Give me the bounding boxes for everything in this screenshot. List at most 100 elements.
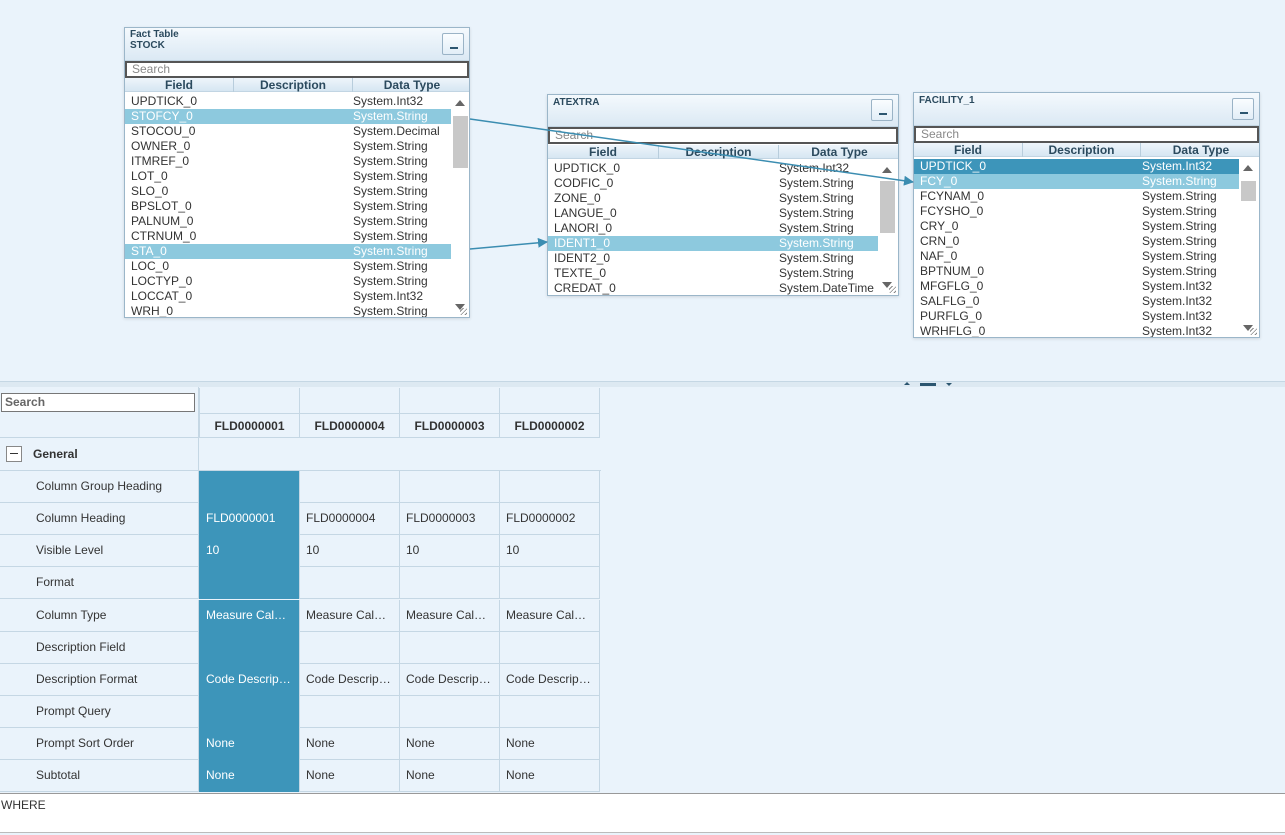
join-diagram-canvas[interactable]: Fact Table STOCK Search Field Description…: [0, 0, 1285, 382]
column-field[interactable]: Field: [914, 143, 1023, 157]
table-row[interactable]: UPDTICK_0 System.Int32: [914, 159, 1239, 174]
resize-grip-icon[interactable]: [460, 308, 467, 315]
property-value-cell[interactable]: [199, 696, 300, 728]
table-row[interactable]: FCYNAM_0 System.String: [914, 189, 1239, 204]
collapse-up-icon[interactable]: [904, 382, 910, 385]
table-search-input[interactable]: Search: [548, 127, 898, 144]
column-description[interactable]: Description: [1023, 143, 1141, 157]
splitter-handle[interactable]: [920, 383, 936, 386]
table-row[interactable]: CODFIC_0 System.String: [548, 176, 878, 191]
grid-column-header[interactable]: FLD0000002: [499, 388, 600, 438]
table-row[interactable]: LOCTYP_0 System.String: [125, 274, 451, 289]
table-row[interactable]: LOCCAT_0 System.Int32: [125, 289, 451, 304]
table-card-header[interactable]: Fact Table STOCK: [125, 28, 469, 61]
table-row[interactable]: WRH_0 System.String: [125, 304, 451, 317]
property-value-cell[interactable]: Measure Cal…: [299, 600, 400, 632]
property-value-cell[interactable]: [399, 567, 500, 599]
column-field[interactable]: Field: [548, 145, 659, 159]
property-value-cell[interactable]: [499, 696, 600, 728]
column-description[interactable]: Description: [234, 78, 353, 92]
table-row[interactable]: IDENT2_0 System.String: [548, 251, 878, 266]
table-row[interactable]: ZONE_0 System.String: [548, 191, 878, 206]
where-clause-panel[interactable]: WHERE: [0, 793, 1285, 833]
vertical-scrollbar[interactable]: [1239, 159, 1257, 337]
property-value-cell[interactable]: FLD0000004: [299, 503, 400, 535]
table-row[interactable]: ITMREF_0 System.String: [125, 154, 451, 169]
join-link-sta-ident1[interactable]: [469, 237, 548, 250]
property-value-cell[interactable]: [199, 471, 300, 503]
property-value-cell[interactable]: Measure Cal…: [199, 600, 300, 632]
property-value-cell[interactable]: [399, 471, 500, 503]
column-data-type[interactable]: Data Type: [1141, 143, 1259, 157]
property-value-cell[interactable]: Code Descrip…: [299, 664, 400, 696]
property-value-cell[interactable]: None: [299, 760, 400, 792]
table-row[interactable]: UPDTICK_0 System.Int32: [548, 161, 878, 176]
property-value-cell[interactable]: [399, 696, 500, 728]
table-card-header[interactable]: ATEXTRA: [548, 95, 898, 127]
collapse-toggle-icon[interactable]: [6, 446, 22, 462]
property-value-cell[interactable]: [299, 632, 400, 664]
property-value-cell[interactable]: FLD0000002: [499, 503, 600, 535]
collapse-down-icon[interactable]: [946, 383, 952, 386]
property-value-cell[interactable]: Code Descrip…: [199, 664, 300, 696]
property-value-cell[interactable]: Code Descrip…: [499, 664, 600, 696]
scroll-thumb[interactable]: [453, 116, 468, 168]
property-value-cell[interactable]: [399, 632, 500, 664]
table-search-input[interactable]: Search: [914, 126, 1259, 143]
table-row[interactable]: SLO_0 System.String: [125, 184, 451, 199]
minimize-button[interactable]: [1232, 98, 1254, 120]
grid-column-header[interactable]: FLD0000001: [199, 388, 300, 438]
property-value-cell[interactable]: Measure Cal…: [499, 600, 600, 632]
table-card-header[interactable]: FACILITY_1: [914, 93, 1259, 126]
property-value-cell[interactable]: [499, 471, 600, 503]
table-row[interactable]: STOCOU_0 System.Decimal: [125, 124, 451, 139]
column-data-type[interactable]: Data Type: [353, 78, 469, 92]
column-field[interactable]: Field: [125, 78, 234, 92]
property-value-cell[interactable]: [299, 696, 400, 728]
table-row[interactable]: NAF_0 System.String: [914, 249, 1239, 264]
table-row[interactable]: CRY_0 System.String: [914, 219, 1239, 234]
table-card-atextra[interactable]: ATEXTRA Search Field Description Data Ty…: [547, 94, 899, 296]
table-row[interactable]: BPSLOT_0 System.String: [125, 199, 451, 214]
scroll-thumb[interactable]: [880, 181, 895, 233]
property-value-cell[interactable]: None: [199, 760, 300, 792]
grid-column-header[interactable]: FLD0000004: [299, 388, 400, 438]
property-value-cell[interactable]: None: [299, 728, 400, 760]
table-row[interactable]: OWNER_0 System.String: [125, 139, 451, 154]
resize-grip-icon[interactable]: [889, 286, 896, 293]
scroll-up-icon[interactable]: [1243, 165, 1253, 171]
table-card-stock[interactable]: Fact Table STOCK Search Field Description…: [124, 27, 470, 318]
property-value-cell[interactable]: FLD0000001: [199, 503, 300, 535]
property-value-cell[interactable]: Code Descrip…: [399, 664, 500, 696]
property-value-cell[interactable]: None: [499, 728, 600, 760]
table-row[interactable]: LANGUE_0 System.String: [548, 206, 878, 221]
property-value-cell[interactable]: None: [399, 728, 500, 760]
table-row[interactable]: PALNUM_0 System.String: [125, 214, 451, 229]
property-value-cell[interactable]: Measure Cal…: [399, 600, 500, 632]
property-value-cell[interactable]: 10: [299, 535, 400, 567]
table-row[interactable]: PURFLG_0 System.Int32: [914, 309, 1239, 324]
table-row[interactable]: CTRNUM_0 System.String: [125, 229, 451, 244]
property-value-cell[interactable]: None: [199, 728, 300, 760]
property-value-cell[interactable]: [499, 632, 600, 664]
table-row[interactable]: FCY_0 System.String: [914, 174, 1239, 189]
column-description[interactable]: Description: [659, 145, 779, 159]
property-value-cell[interactable]: FLD0000003: [399, 503, 500, 535]
scroll-thumb[interactable]: [1241, 181, 1256, 201]
table-row[interactable]: BPTNUM_0 System.String: [914, 264, 1239, 279]
property-value-cell[interactable]: 10: [199, 535, 300, 567]
table-row[interactable]: STA_0 System.String: [125, 244, 451, 259]
vertical-scrollbar[interactable]: [451, 94, 469, 317]
resize-grip-icon[interactable]: [1250, 328, 1257, 335]
table-row[interactable]: SALFLG_0 System.Int32: [914, 294, 1239, 309]
property-value-cell[interactable]: [199, 567, 300, 599]
table-row[interactable]: UPDTICK_0 System.Int32: [125, 94, 451, 109]
scroll-up-icon[interactable]: [882, 167, 892, 173]
column-data-type[interactable]: Data Type: [779, 145, 898, 159]
property-search-input[interactable]: Search: [1, 393, 195, 412]
table-row[interactable]: WRHFLG_0 System.Int32: [914, 324, 1239, 337]
group-general-header[interactable]: General: [0, 438, 199, 470]
property-value-cell[interactable]: 10: [399, 535, 500, 567]
table-row[interactable]: MFGFLG_0 System.Int32: [914, 279, 1239, 294]
property-value-cell[interactable]: None: [499, 760, 600, 792]
